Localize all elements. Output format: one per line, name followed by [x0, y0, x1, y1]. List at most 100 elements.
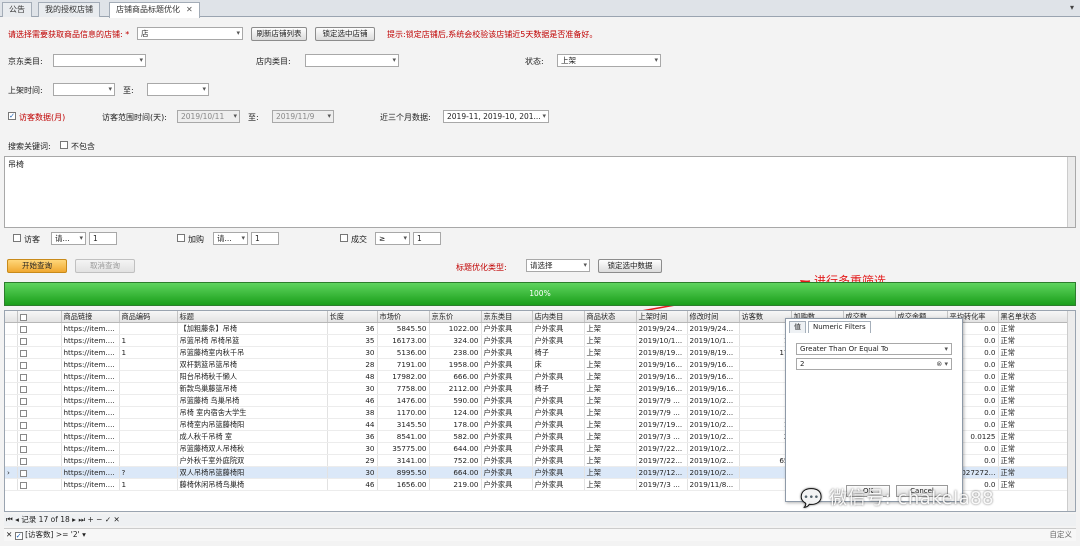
- cell-jdcat[interactable]: 户外家具: [481, 382, 533, 396]
- scrollbar[interactable]: [1067, 157, 1075, 227]
- cart-op-select[interactable]: 请... ▾: [213, 232, 248, 245]
- recent-data-select[interactable]: 2019-11, 2019-10, 201... ▾: [443, 110, 549, 123]
- cell-len[interactable]: 44: [327, 418, 378, 432]
- cell-title[interactable]: 吊篮吊椅 吊椅吊篮: [177, 334, 328, 348]
- cell-link[interactable]: https://item....: [61, 382, 120, 396]
- cell-jd[interactable]: 324.00: [429, 334, 482, 348]
- col-header[interactable]: 店内类目: [532, 311, 585, 324]
- cell-mod[interactable]: 2019/10/2...: [687, 442, 740, 456]
- cell-jd[interactable]: 644.00: [429, 442, 482, 456]
- cell-code[interactable]: [119, 454, 178, 468]
- shop-select[interactable]: 店 ▾: [137, 27, 243, 40]
- cell-len[interactable]: 46: [327, 394, 378, 408]
- cell-on[interactable]: 2019/10/1...: [636, 334, 688, 348]
- cell-mod[interactable]: 2019/9/16...: [687, 358, 740, 372]
- filter-tab-numeric[interactable]: Numeric Filters: [808, 321, 871, 333]
- cell-title[interactable]: 吊椅室内吊篮藤椅阳: [177, 418, 328, 432]
- cell-on[interactable]: 2019/9/24...: [636, 322, 688, 336]
- cell-jd[interactable]: 590.00: [429, 394, 482, 408]
- cell-link[interactable]: https://item....: [61, 406, 120, 420]
- cell-mod[interactable]: 2019/10/2...: [687, 406, 740, 420]
- cell-jd[interactable]: 1958.00: [429, 358, 482, 372]
- cell-vis[interactable]: [739, 394, 792, 408]
- cell-len[interactable]: 48: [327, 370, 378, 384]
- cell-st[interactable]: 上架: [584, 370, 637, 384]
- cell-on[interactable]: 2019/7/3 ...: [636, 478, 688, 492]
- cell-link[interactable]: https://item....: [61, 430, 120, 444]
- cell-jd[interactable]: 2112.00: [429, 382, 482, 396]
- cell-title[interactable]: 吊椅 室内宿舍大学生: [177, 406, 328, 420]
- cell-on[interactable]: 2019/7/9 ...: [636, 406, 688, 420]
- cell-bl[interactable]: 正常: [998, 478, 1070, 492]
- cell-len[interactable]: 36: [327, 322, 378, 336]
- cell-st[interactable]: 上架: [584, 418, 637, 432]
- status-select[interactable]: 上架 ▾: [557, 54, 661, 67]
- cell-vis[interactable]: ?: [739, 466, 792, 480]
- cell-cat[interactable]: 户外家具: [532, 454, 585, 468]
- cell-st[interactable]: 上架: [584, 466, 637, 480]
- lock-shop-button[interactable]: 锁定选中店铺: [315, 27, 375, 41]
- deal-value-input[interactable]: 1: [413, 232, 441, 245]
- cell-cat[interactable]: 户外家具: [532, 370, 585, 384]
- cell-mod[interactable]: 2019/9/24...: [687, 322, 740, 336]
- visitor-op-select[interactable]: 请... ▾: [51, 232, 86, 245]
- cell-vis[interactable]: [739, 382, 792, 396]
- cell-cat[interactable]: 户外家具: [532, 394, 585, 408]
- filter-value-input[interactable]: 2 ⊗ ▾: [796, 358, 952, 370]
- cell-cat[interactable]: 户外家具: [532, 418, 585, 432]
- cell-code[interactable]: 1: [119, 334, 178, 348]
- cell-bl[interactable]: 正常: [998, 442, 1070, 456]
- cell-jdcat[interactable]: 户外家具: [481, 442, 533, 456]
- cell-jd[interactable]: 219.00: [429, 478, 482, 492]
- cell-bl[interactable]: 正常: [998, 346, 1070, 360]
- cell-code[interactable]: [119, 418, 178, 432]
- cell-bl[interactable]: 正常: [998, 418, 1070, 432]
- cell-mkt[interactable]: 5845.50: [377, 322, 430, 336]
- cell-code[interactable]: [119, 370, 178, 384]
- cell-title[interactable]: 双杆鹅篮吊篮吊椅: [177, 358, 328, 372]
- prev-record-icon[interactable]: ◂: [15, 515, 19, 524]
- tab-announcement[interactable]: 公告: [2, 2, 32, 17]
- filter-enabled-checkbox[interactable]: ✓: [14, 532, 23, 540]
- cancel-query-button[interactable]: 取消查询: [75, 259, 135, 273]
- listing-time-from[interactable]: ▾: [53, 83, 115, 96]
- visitor-filter-checkbox[interactable]: [13, 234, 21, 242]
- cell-cat[interactable]: 户外家具: [532, 322, 585, 336]
- next-record-icon[interactable]: ▸: [72, 515, 76, 524]
- cell-len[interactable]: 36: [327, 430, 378, 444]
- cell-link[interactable]: https://item....: [61, 418, 120, 432]
- cell-len[interactable]: 29: [327, 454, 378, 468]
- cell-mod[interactable]: 2019/10/2...: [687, 454, 740, 468]
- cell-link[interactable]: https://item....: [61, 370, 120, 384]
- cell-mod[interactable]: 2019/10/1...: [687, 334, 740, 348]
- close-filter-icon[interactable]: ✕: [6, 530, 12, 539]
- cell-mod[interactable]: 2019/9/16...: [687, 382, 740, 396]
- visit-from-input[interactable]: 2019/10/11 ▾: [177, 110, 240, 123]
- cell-bl[interactable]: 正常: [998, 382, 1070, 396]
- col-header[interactable]: 黑名单状态: [998, 311, 1070, 324]
- cell-vis[interactable]: 1: [739, 418, 792, 432]
- cell-st[interactable]: 上架: [584, 382, 637, 396]
- cell-jd[interactable]: 752.00: [429, 454, 482, 468]
- deal-op-select[interactable]: ≥ ▾: [375, 232, 410, 245]
- cell-mod[interactable]: 2019/10/2...: [687, 394, 740, 408]
- cell-vis[interactable]: 2: [739, 430, 792, 444]
- cell-vis[interactable]: [739, 322, 792, 336]
- cell-title[interactable]: 户外秋千室外庭院双: [177, 454, 328, 468]
- cell-jd[interactable]: 666.00: [429, 370, 482, 384]
- row-checkbox[interactable]: [19, 421, 27, 429]
- cell-jdcat[interactable]: 户外家具: [481, 334, 533, 348]
- cell-jdcat[interactable]: 户外家具: [481, 358, 533, 372]
- cell-code[interactable]: [119, 430, 178, 444]
- col-header[interactable]: 市场价: [377, 311, 430, 324]
- cell-st[interactable]: 上架: [584, 394, 637, 408]
- cell-jdcat[interactable]: 户外家具: [481, 418, 533, 432]
- cart-filter-checkbox[interactable]: [177, 234, 185, 242]
- delete-record-icon[interactable]: −: [96, 515, 102, 524]
- cell-bl[interactable]: 正常: [998, 430, 1070, 444]
- cell-cat[interactable]: 户外家具: [532, 334, 585, 348]
- store-category-select[interactable]: ▾: [305, 54, 399, 67]
- cell-mkt[interactable]: 1656.00: [377, 478, 430, 492]
- cell-mkt[interactable]: 1476.00: [377, 394, 430, 408]
- cell-code[interactable]: 1: [119, 346, 178, 360]
